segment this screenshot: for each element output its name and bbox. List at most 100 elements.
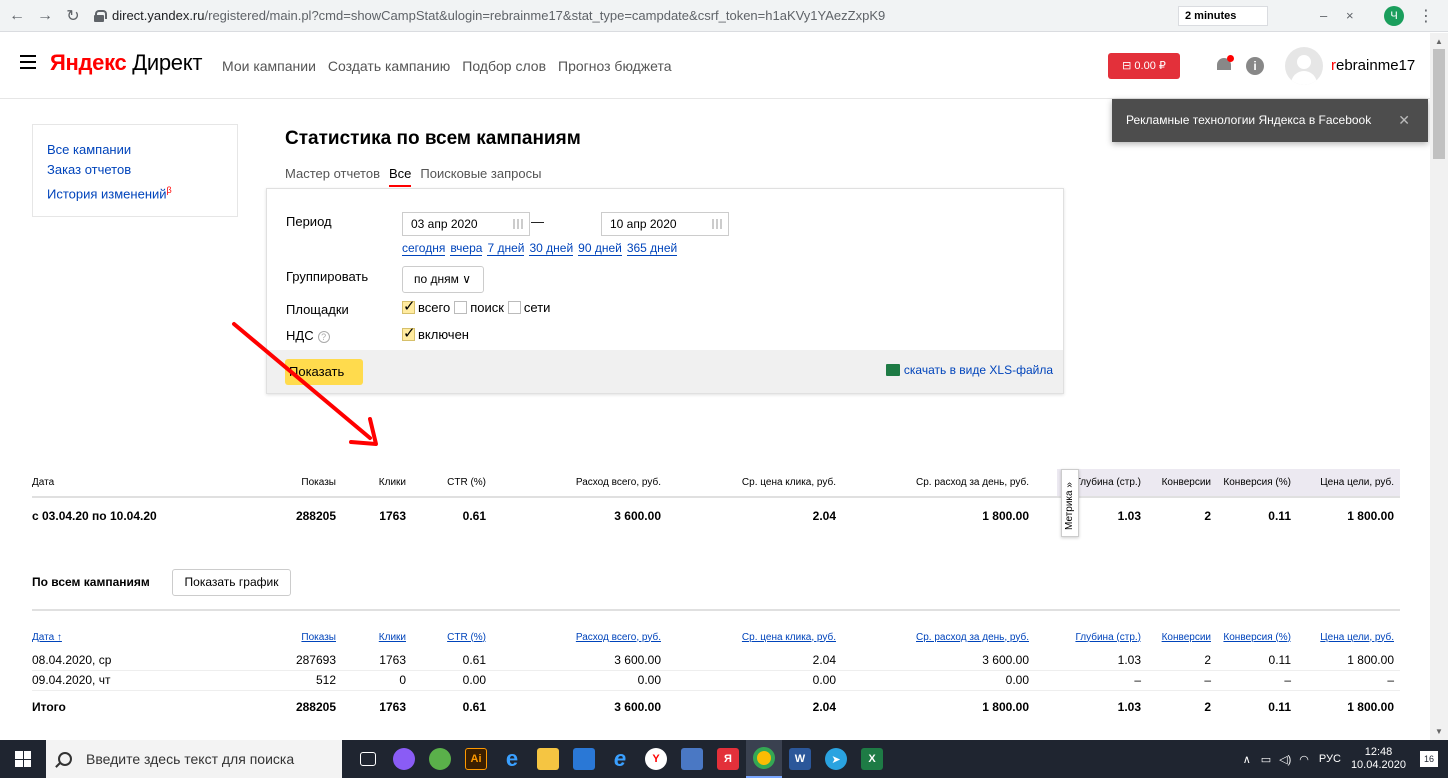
sort-spend[interactable]: Расход всего, руб. bbox=[492, 624, 667, 650]
nav-create-campaign[interactable]: Создать кампанию bbox=[328, 58, 450, 74]
range-30-days[interactable]: 30 дней bbox=[529, 242, 574, 256]
sort-avg-cpc[interactable]: Ср. цена клика, руб. bbox=[667, 624, 842, 650]
show-graph-button[interactable]: Показать график bbox=[172, 569, 291, 596]
sort-conversion-rate[interactable]: Конверсия (%) bbox=[1217, 624, 1297, 650]
col-conversions: Конверсии bbox=[1147, 469, 1217, 497]
sort-ctr[interactable]: CTR (%) bbox=[412, 624, 492, 650]
tab-report-master[interactable]: Мастер отчетов bbox=[285, 166, 380, 181]
tab-all[interactable]: Все bbox=[389, 166, 412, 187]
checkbox-networks[interactable] bbox=[507, 301, 521, 314]
address-bar[interactable]: direct.yandex.ru/registered/main.pl?cmd=… bbox=[94, 4, 1174, 28]
timer-extension[interactable]: 2 minutes bbox=[1178, 6, 1268, 26]
reload-icon[interactable]: ↻ bbox=[62, 5, 84, 27]
range-yesterday[interactable]: вчера bbox=[450, 242, 483, 256]
app-doc-icon[interactable] bbox=[674, 740, 710, 778]
internet-explorer-icon[interactable]: e bbox=[602, 740, 638, 778]
app-purple-icon[interactable] bbox=[386, 740, 422, 778]
group-by-select[interactable]: по дням ∨ bbox=[402, 266, 484, 293]
date-to-input[interactable]: 10 апр 2020 bbox=[601, 212, 729, 236]
nav-word-selection[interactable]: Подбор слов bbox=[462, 58, 546, 74]
side-menu: Все кампании Заказ отчетов История измен… bbox=[32, 124, 238, 217]
checkbox-all[interactable] bbox=[402, 297, 416, 315]
close-icon[interactable]: ✕ bbox=[1398, 99, 1410, 142]
metrika-toggle[interactable]: Метрика » bbox=[1061, 469, 1079, 537]
summary-header-row: Дата Показы Клики CTR (%) Расход всего, … bbox=[32, 469, 1400, 497]
range-365-days[interactable]: 365 дней bbox=[626, 242, 678, 256]
col-impressions: Показы bbox=[301, 477, 336, 488]
info-icon[interactable]: i bbox=[1246, 57, 1264, 75]
telegram-icon[interactable]: ➤ bbox=[818, 740, 854, 778]
chrome-icon[interactable] bbox=[746, 740, 782, 778]
chevron-down-icon: ∨ bbox=[462, 272, 472, 286]
total-row: Итого 288205 1763 0.61 3 600.00 2.04 1 8… bbox=[32, 700, 1394, 715]
app-globe-icon[interactable] bbox=[422, 740, 458, 778]
back-icon[interactable]: ← bbox=[6, 5, 28, 27]
hamburger-menu-icon[interactable] bbox=[20, 55, 36, 69]
page-scrollbar[interactable]: ▲ ▼ bbox=[1430, 33, 1448, 740]
tab-search-queries[interactable]: Поисковые запросы bbox=[420, 166, 541, 181]
balance-button[interactable]: ⊟ 0.00 ₽ bbox=[1108, 53, 1180, 79]
scroll-thumb[interactable] bbox=[1433, 49, 1445, 159]
site-header: Яндекс Директ Мои кампании Создать кампа… bbox=[0, 33, 1430, 99]
range-90-days[interactable]: 90 дней bbox=[578, 242, 622, 256]
menu-order-reports[interactable]: Заказ отчетов bbox=[47, 160, 223, 180]
edge-icon[interactable]: e bbox=[494, 740, 530, 778]
bell-icon[interactable] bbox=[1216, 55, 1234, 74]
nav-my-campaigns[interactable]: Мои кампании bbox=[222, 58, 316, 74]
checkbox-vat[interactable] bbox=[402, 324, 416, 342]
annotation-arrow bbox=[232, 322, 378, 446]
close-window-icon[interactable]: × bbox=[1346, 8, 1354, 23]
network-icon[interactable]: ◠ bbox=[1299, 753, 1309, 766]
profile-avatar[interactable]: Ч bbox=[1384, 6, 1404, 26]
sort-clicks[interactable]: Клики bbox=[342, 624, 412, 650]
range-today[interactable]: сегодня bbox=[402, 242, 446, 256]
yandex-icon[interactable]: Я bbox=[710, 740, 746, 778]
browser-menu-icon[interactable]: ⋮ bbox=[1418, 6, 1434, 26]
task-view-icon[interactable] bbox=[350, 740, 386, 778]
sort-impressions[interactable]: Показы bbox=[262, 624, 342, 650]
avatar[interactable] bbox=[1285, 47, 1323, 85]
scroll-up-icon[interactable]: ▲ bbox=[1435, 37, 1443, 46]
word-icon[interactable]: W bbox=[782, 740, 818, 778]
period-label: Период bbox=[286, 214, 332, 229]
tray-up-icon[interactable]: ∧ bbox=[1243, 753, 1251, 766]
sort-avg-daily[interactable]: Ср. расход за день, руб. bbox=[842, 624, 1057, 650]
clock[interactable]: 12:48 10.04.2020 bbox=[1351, 746, 1406, 772]
excel-app-icon[interactable]: X bbox=[854, 740, 890, 778]
date-from-input[interactable]: 03 апр 2020 bbox=[402, 212, 530, 236]
username[interactable]: rebrainme17 bbox=[1331, 57, 1415, 74]
calendar-icon bbox=[712, 219, 722, 229]
store-icon[interactable] bbox=[566, 740, 602, 778]
yandex-browser-icon[interactable]: Y bbox=[638, 740, 674, 778]
section-label: По всем кампаниям bbox=[32, 575, 150, 589]
notifications-icon[interactable]: 16 bbox=[1420, 751, 1438, 767]
minimize-icon[interactable]: – bbox=[1320, 8, 1327, 23]
range-7-days[interactable]: 7 дней bbox=[487, 242, 525, 256]
file-explorer-icon[interactable] bbox=[530, 740, 566, 778]
nav-budget-forecast[interactable]: Прогноз бюджета bbox=[558, 58, 672, 74]
sort-depth[interactable]: Глубина (стр.) bbox=[1057, 624, 1147, 650]
yandex-direct-logo[interactable]: Яндекс Директ bbox=[50, 50, 202, 76]
sites-label: Площадки bbox=[286, 302, 349, 317]
menu-all-campaigns[interactable]: Все кампании bbox=[47, 140, 223, 160]
col-date: Дата bbox=[32, 477, 55, 488]
menu-change-history[interactable]: История измененийβ bbox=[47, 180, 223, 204]
scroll-down-icon[interactable]: ▼ bbox=[1435, 727, 1443, 736]
start-button[interactable] bbox=[0, 740, 46, 778]
illustrator-icon[interactable]: Ai bbox=[458, 740, 494, 778]
col-goal-cost: Цена цели, руб. bbox=[1297, 469, 1400, 497]
download-xls-link[interactable]: скачать в виде XLS-файла bbox=[885, 363, 1053, 377]
sort-goal-cost[interactable]: Цена цели, руб. bbox=[1297, 624, 1400, 650]
notification-toast[interactable]: Рекламные технологии Яндекса в Facebook … bbox=[1112, 99, 1428, 142]
sort-conversions[interactable]: Конверсии bbox=[1147, 624, 1217, 650]
volume-icon[interactable]: ◁) bbox=[1279, 753, 1291, 766]
battery-icon[interactable]: ▭ bbox=[1261, 753, 1271, 766]
sort-date[interactable]: Дата ↑ bbox=[32, 624, 262, 650]
table-row: 08.04.2020, ср 287693 1763 0.61 3 600.00… bbox=[32, 650, 1400, 671]
checkbox-search[interactable] bbox=[454, 301, 468, 314]
language-indicator[interactable]: РУС bbox=[1319, 753, 1341, 765]
taskbar-search[interactable]: Введите здесь текст для поиска bbox=[46, 740, 342, 778]
taskbar: Введите здесь текст для поиска Ai e e Y … bbox=[0, 740, 1448, 778]
forward-icon[interactable]: → bbox=[34, 5, 56, 27]
search-icon bbox=[58, 752, 72, 766]
